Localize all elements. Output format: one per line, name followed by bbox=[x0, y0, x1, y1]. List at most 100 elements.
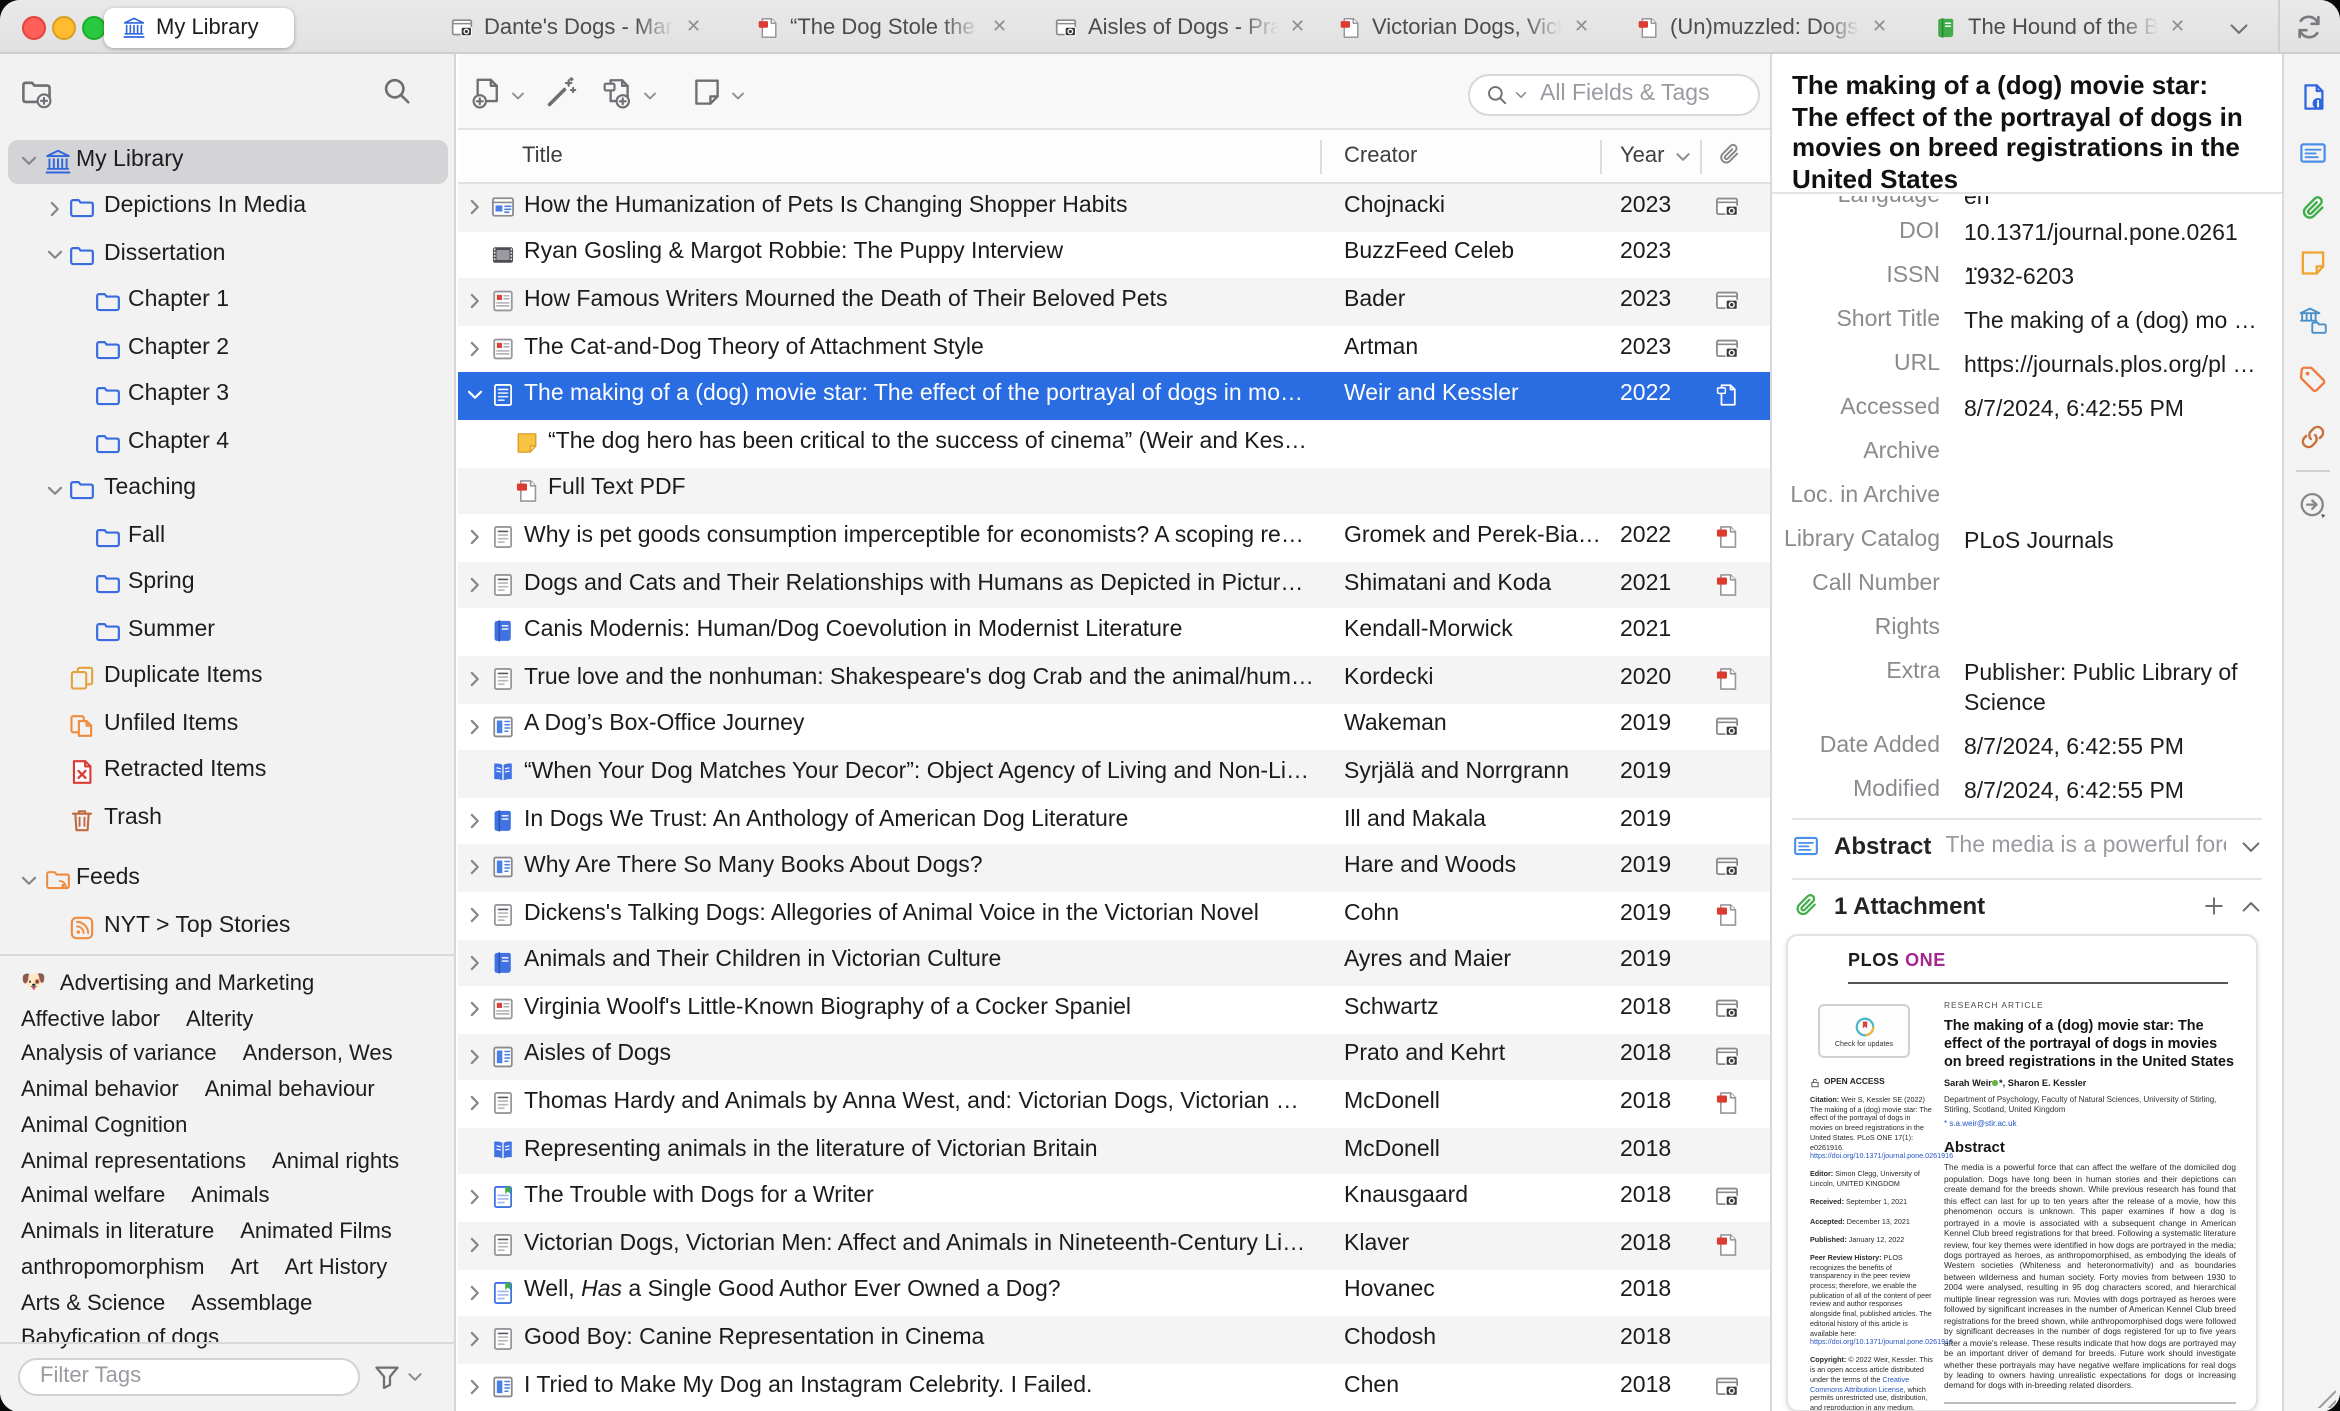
tab-close-icon[interactable]: ✕ bbox=[1872, 16, 1887, 38]
sidebar-item-feeds[interactable]: Feeds bbox=[0, 857, 456, 904]
snapshot-attachment-icon[interactable] bbox=[1714, 288, 1740, 314]
new-item-icon[interactable] bbox=[470, 76, 504, 110]
table-row[interactable]: Thomas Hardy and Animals by Anna West, a… bbox=[458, 1081, 1770, 1128]
filter-tags-input[interactable]: Filter Tags bbox=[18, 1358, 360, 1396]
notes-icon[interactable] bbox=[2298, 248, 2328, 278]
field-value[interactable]: Publisher: Public Library of Science bbox=[1964, 660, 2262, 720]
snapshot-attachment-icon[interactable] bbox=[1714, 1043, 1740, 1069]
year-sort-chevron-icon[interactable] bbox=[1674, 148, 1692, 166]
tag-affective-labor[interactable]: Affective labor bbox=[21, 1007, 160, 1031]
snapshot-attachment-icon[interactable] bbox=[1714, 336, 1740, 362]
expand-expander-icon[interactable] bbox=[464, 526, 486, 548]
snapshot-attachment-icon[interactable] bbox=[1714, 194, 1740, 220]
table-row[interactable]: Dickens's Talking Dogs: Allegories of An… bbox=[458, 892, 1770, 939]
snapshot-attachment-icon[interactable] bbox=[1714, 996, 1740, 1022]
tab-close-icon[interactable]: ✕ bbox=[1290, 16, 1305, 38]
tag-animal-cognition[interactable]: Animal Cognition bbox=[21, 1114, 187, 1138]
related-icon[interactable] bbox=[2298, 422, 2328, 452]
sidebar-item-nyt-top-stories[interactable]: NYT > Top Stories bbox=[0, 904, 456, 951]
collection-search-icon[interactable] bbox=[382, 76, 412, 106]
table-row[interactable]: Dogs and Cats and Their Relationships wi… bbox=[458, 562, 1770, 609]
expand-expander-icon[interactable] bbox=[464, 574, 486, 596]
minimize-window-button[interactable] bbox=[52, 15, 76, 39]
expand-expander-icon[interactable] bbox=[464, 1376, 486, 1398]
new-note-icon[interactable] bbox=[690, 76, 724, 110]
column-divider[interactable] bbox=[1320, 140, 1322, 174]
expand-expander-icon[interactable] bbox=[464, 857, 486, 879]
table-row[interactable]: The making of a (dog) movie star: The ef… bbox=[458, 373, 1770, 420]
tab-close-icon[interactable]: ✕ bbox=[992, 16, 1007, 38]
sidebar-item-teaching[interactable]: Teaching bbox=[0, 467, 456, 514]
sidebar-item-chapter-4[interactable]: Chapter 4 bbox=[0, 420, 456, 467]
chevron-down[interactable] bbox=[18, 869, 40, 891]
snapshot-attachment-icon[interactable] bbox=[1714, 713, 1740, 739]
table-row[interactable]: A Dog’s Box-Office JourneyWakeman2019 bbox=[458, 703, 1770, 750]
expand-expander-icon[interactable] bbox=[464, 809, 486, 831]
field-value[interactable]: 1932-6203 bbox=[1964, 264, 2262, 294]
tag-art-history[interactable]: Art History bbox=[285, 1256, 388, 1280]
pdf-attachment-icon[interactable] bbox=[1714, 1232, 1740, 1258]
tab-2[interactable]: Dante's Dogs - Mang✕ bbox=[438, 0, 718, 54]
new-item-chevron-icon[interactable] bbox=[510, 88, 526, 104]
expand-expander-icon[interactable] bbox=[464, 904, 486, 926]
new-attachment-icon[interactable] bbox=[600, 76, 634, 110]
chevron-down[interactable] bbox=[44, 244, 66, 266]
column-header-year[interactable]: Year bbox=[1620, 144, 1664, 168]
expand-expander-icon[interactable] bbox=[464, 1045, 486, 1067]
sidebar-item-spring[interactable]: Spring bbox=[0, 561, 456, 608]
table-row[interactable]: Canis Modernis: Human/Dog Coevolution in… bbox=[458, 609, 1770, 656]
info-icon[interactable] bbox=[2298, 81, 2328, 111]
new-attachment-chevron-icon[interactable] bbox=[642, 88, 658, 104]
table-row[interactable]: Animals and Their Children in Victorian … bbox=[458, 939, 1770, 986]
table-row[interactable]: Ryan Gosling & Margot Robbie: The Puppy … bbox=[458, 231, 1770, 278]
snapshot-attachment-icon[interactable] bbox=[1714, 1374, 1740, 1400]
expand-expander-icon[interactable] bbox=[464, 951, 486, 973]
tab-close-icon[interactable]: ✕ bbox=[1574, 16, 1589, 38]
tab-my-library[interactable]: My Library bbox=[104, 7, 294, 47]
attachment-preview-card[interactable]: PLOS ONE Check for updates OPEN ACCESS C… bbox=[1786, 934, 2258, 1411]
abstract-section-row[interactable]: Abstract The media is a powerful forc… bbox=[1772, 822, 2282, 870]
table-row[interactable]: Aisles of DogsPrato and Kehrt2018 bbox=[458, 1033, 1770, 1080]
tag-anthropomorphism[interactable]: anthropomorphism bbox=[21, 1256, 204, 1280]
expand-expander-icon[interactable] bbox=[464, 338, 486, 360]
item-pane-title[interactable]: The making of a (dog) movie star: The ef… bbox=[1792, 70, 2260, 194]
pdf-attachment-icon[interactable] bbox=[1714, 1091, 1740, 1117]
table-row[interactable]: Virginia Woolf's Little-Known Biography … bbox=[458, 986, 1770, 1033]
chevron-down[interactable] bbox=[44, 479, 66, 501]
table-row[interactable]: Victorian Dogs, Victorian Men: Affect an… bbox=[458, 1222, 1770, 1269]
tag-art[interactable]: Art bbox=[230, 1256, 258, 1280]
libraries-collections-icon[interactable] bbox=[2298, 306, 2328, 336]
chevron-down[interactable] bbox=[18, 150, 40, 172]
tab-3[interactable]: “The Dog Stole the P✕ bbox=[744, 0, 1024, 54]
table-row[interactable]: Well, Has a Single Good Author Ever Owne… bbox=[458, 1269, 1770, 1316]
column-divider[interactable] bbox=[1600, 140, 1602, 174]
field-value[interactable]: https://journals.plos.org/pl … bbox=[1964, 352, 2262, 382]
sidebar-item-dissertation[interactable]: Dissertation bbox=[0, 232, 456, 279]
table-row[interactable]: Why is pet goods consumption imperceptib… bbox=[458, 514, 1770, 561]
tab-close-icon[interactable]: ✕ bbox=[2170, 16, 2185, 38]
field-value[interactable]: PLoS Journals bbox=[1964, 528, 2262, 558]
field-value[interactable]: 8/7/2024, 6:42:55 PM bbox=[1964, 778, 2262, 808]
tag-animal-behavior[interactable]: Animal behavior bbox=[21, 1078, 179, 1102]
expand-expander-icon[interactable] bbox=[464, 668, 486, 690]
sidebar-item-duplicate-items[interactable]: Duplicate Items bbox=[0, 655, 456, 702]
tab-4[interactable]: Aisles of Dogs - Prat✕ bbox=[1042, 0, 1322, 54]
table-row[interactable]: Good Boy: Canine Representation in Cinem… bbox=[458, 1317, 1770, 1364]
table-row[interactable]: The Cat-and-Dog Theory of Attachment Sty… bbox=[458, 326, 1770, 373]
tag-analysis-of-variance[interactable]: Analysis of variance bbox=[21, 1043, 217, 1067]
field-value[interactable]: 8/7/2024, 6:42:55 PM bbox=[1964, 734, 2262, 764]
tags-icon[interactable] bbox=[2298, 363, 2328, 393]
collapse-expander-icon[interactable] bbox=[464, 385, 486, 407]
pdf-attachment-icon[interactable] bbox=[1714, 524, 1740, 550]
sidebar-item-chapter-1[interactable]: Chapter 1 bbox=[0, 279, 456, 326]
column-header-creator[interactable]: Creator bbox=[1344, 144, 1417, 168]
expand-expander-icon[interactable] bbox=[464, 715, 486, 737]
field-value[interactable]: The making of a (dog) mo … bbox=[1964, 308, 2262, 338]
table-row[interactable]: True love and the nonhuman: Shakespeare'… bbox=[458, 656, 1770, 703]
tab-7[interactable]: The Hound of the Ba✕ bbox=[1922, 0, 2202, 54]
sidebar-item-chapter-2[interactable]: Chapter 2 bbox=[0, 326, 456, 373]
table-row[interactable]: Why Are There So Many Books About Dogs?H… bbox=[458, 845, 1770, 892]
attachment-white-icon[interactable] bbox=[1714, 383, 1740, 409]
locate-icon[interactable] bbox=[2298, 490, 2328, 520]
tag-animal-representations[interactable]: Animal representations bbox=[21, 1149, 246, 1173]
